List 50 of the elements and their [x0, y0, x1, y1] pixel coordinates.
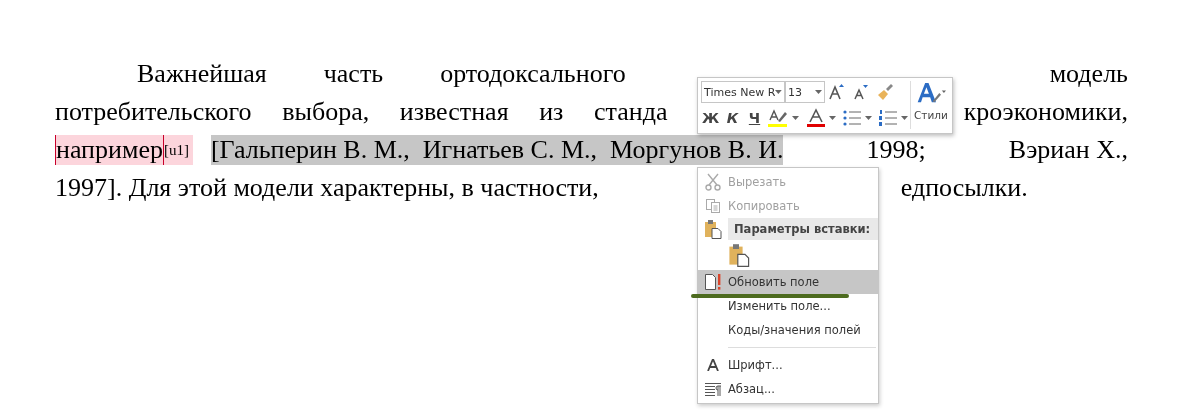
paragraph-text: выбора, — [282, 97, 370, 127]
font-color-caret-icon — [829, 116, 836, 120]
grow-font-icon[interactable] — [828, 83, 844, 101]
paragraph-text: часть — [323, 59, 384, 89]
paragraph-text: едпосылки. — [900, 173, 1028, 203]
bullet-list-icon[interactable] — [842, 109, 862, 127]
selected-text: [Гальперин В. М., Игнатьев С. М., Моргунов В. И. — [210, 135, 784, 165]
menu-item[interactable]: Абзац... — [698, 377, 878, 401]
bullet-caret-icon — [865, 116, 872, 120]
paragraph-icon — [704, 382, 722, 396]
comment-highlighted-text: например — [55, 135, 164, 165]
paste-option-icon[interactable] — [728, 243, 750, 267]
letter-a-icon — [707, 359, 719, 371]
paintbrush-icon[interactable] — [876, 83, 894, 101]
menu-item[interactable]: Изменить поле... — [698, 294, 878, 318]
highlighter-icon[interactable] — [767, 108, 789, 128]
menu-section-header: Параметры вставки: — [728, 218, 878, 240]
numbering-caret-icon — [901, 116, 908, 120]
paragraph-text: станда — [594, 97, 668, 127]
bold-button[interactable]: Ж — [701, 107, 720, 129]
font-size-dropdown[interactable]: 13 — [785, 81, 825, 103]
scissors-icon — [705, 173, 721, 191]
underline-button[interactable]: Ч — [745, 107, 764, 129]
paragraph-text: известная — [399, 97, 509, 127]
font-name-dropdown[interactable]: Times New R — [701, 81, 785, 103]
highlight-caret-icon — [792, 116, 799, 120]
paragraph-text: из — [539, 97, 564, 127]
document-warning-icon — [704, 273, 722, 291]
menu-item[interactable]: Коды/значения полей — [698, 318, 878, 342]
paragraph-text: кроэкономики, — [963, 97, 1128, 127]
font-color-icon[interactable] — [806, 108, 826, 128]
paragraph-text: Важнейшая — [137, 59, 267, 89]
caret-icon — [775, 90, 782, 94]
caret-icon — [815, 90, 822, 94]
styles-button[interactable]: Стили — [910, 81, 949, 129]
paragraph-text: потребительского — [55, 97, 252, 127]
numbered-list-icon[interactable] — [878, 109, 898, 127]
menu-item[interactable]: Шрифт... — [698, 353, 878, 377]
clipboard-icon — [704, 219, 722, 239]
italic-button[interactable]: К — [723, 107, 742, 129]
paragraph-text: ортодоксального — [440, 59, 626, 89]
shrink-font-icon[interactable] — [853, 83, 869, 101]
copy-icon — [705, 198, 721, 214]
paragraph-text: 1997]. Для этой модели характерны, в частности, — [55, 173, 599, 203]
paragraph-text: Вэриан Х., — [1008, 135, 1128, 165]
styles-icon — [915, 81, 946, 105]
paragraph-text: модель — [1049, 59, 1128, 89]
paragraph-text: 1998; — [866, 135, 926, 165]
menu-item[interactable]: Обновить поле — [698, 270, 878, 294]
comment-marker[interactable]: [u1] — [163, 135, 193, 165]
